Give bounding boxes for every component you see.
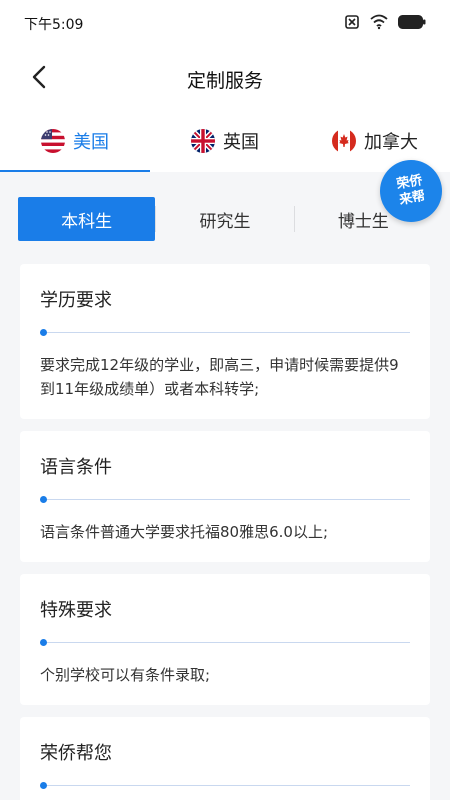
divider-line bbox=[40, 639, 410, 646]
card-text: 语言条件普通大学要求托福80雅思6.0以上; bbox=[40, 523, 328, 541]
sim-disabled-icon bbox=[344, 14, 360, 34]
us-flag-icon bbox=[41, 129, 65, 153]
divider-line bbox=[40, 496, 410, 503]
dot-marker bbox=[40, 496, 47, 503]
card-text: 个别学校可以有条件录取; bbox=[40, 666, 211, 684]
tab-undergraduate[interactable]: 本科生 bbox=[18, 197, 156, 241]
app-header: 定制服务 bbox=[0, 48, 450, 110]
wifi-icon bbox=[370, 14, 388, 34]
card-education: 学历要求 要求完成12年级的学业，即高三，申请时候需要提供9到11年级成绩单）或… bbox=[20, 264, 430, 419]
canada-flag-icon bbox=[332, 129, 356, 153]
country-tabs: 美国 英国 加拿大 bbox=[0, 110, 450, 172]
chevron-left-icon bbox=[29, 64, 49, 94]
card-title: 荣侨帮您 bbox=[40, 743, 112, 764]
divider-line bbox=[40, 782, 410, 789]
status-time: 下午5:09 bbox=[24, 17, 84, 33]
tab-uk[interactable]: 英国 bbox=[150, 110, 300, 172]
tab-graduate-label: 研究生 bbox=[199, 211, 251, 232]
card-language: 语言条件 语言条件普通大学要求托福80雅思6.0以上; bbox=[20, 431, 430, 562]
status-bar: 下午5:09 bbox=[0, 0, 450, 48]
card-title: 特殊要求 bbox=[40, 600, 112, 621]
card-help: 荣侨帮您 bbox=[20, 717, 430, 800]
dot-marker bbox=[40, 329, 47, 336]
tab-undergraduate-label: 本科生 bbox=[61, 211, 113, 232]
requirement-cards: 学历要求 要求完成12年级的学业，即高三，申请时候需要提供9到11年级成绩单）或… bbox=[0, 242, 450, 800]
dot-marker bbox=[40, 782, 47, 789]
tab-canada[interactable]: 加拿大 bbox=[300, 110, 450, 172]
status-icons bbox=[344, 14, 426, 34]
tab-doctoral-label: 博士生 bbox=[337, 211, 389, 232]
tab-doctoral[interactable]: 博士生 bbox=[295, 197, 432, 241]
card-text: 要求完成12年级的学业，即高三，申请时候需要提供9到11年级成绩单）或者本科转学… bbox=[40, 356, 399, 398]
card-title: 语言条件 bbox=[40, 457, 112, 478]
page-title: 定制服务 bbox=[186, 69, 263, 92]
app-root: 下午5:09 定制服务 美国 英国 加拿大 荣侨 来帮 本科生 研究生 博士生 … bbox=[0, 0, 450, 800]
card-special: 特殊要求 个别学校可以有条件录取; bbox=[20, 574, 430, 705]
dot-marker bbox=[40, 639, 47, 646]
tab-usa[interactable]: 美国 bbox=[0, 110, 150, 172]
level-tabs: 本科生 研究生 博士生 bbox=[0, 196, 450, 242]
tab-canada-label: 加拿大 bbox=[364, 132, 418, 153]
back-button[interactable] bbox=[22, 62, 56, 96]
card-title: 学历要求 bbox=[40, 290, 112, 311]
tab-uk-label: 英国 bbox=[223, 132, 259, 153]
uk-flag-icon bbox=[191, 129, 215, 153]
divider-line bbox=[40, 329, 410, 336]
battery-icon bbox=[398, 15, 426, 33]
tab-graduate[interactable]: 研究生 bbox=[156, 197, 293, 241]
tab-usa-label: 美国 bbox=[73, 132, 109, 153]
